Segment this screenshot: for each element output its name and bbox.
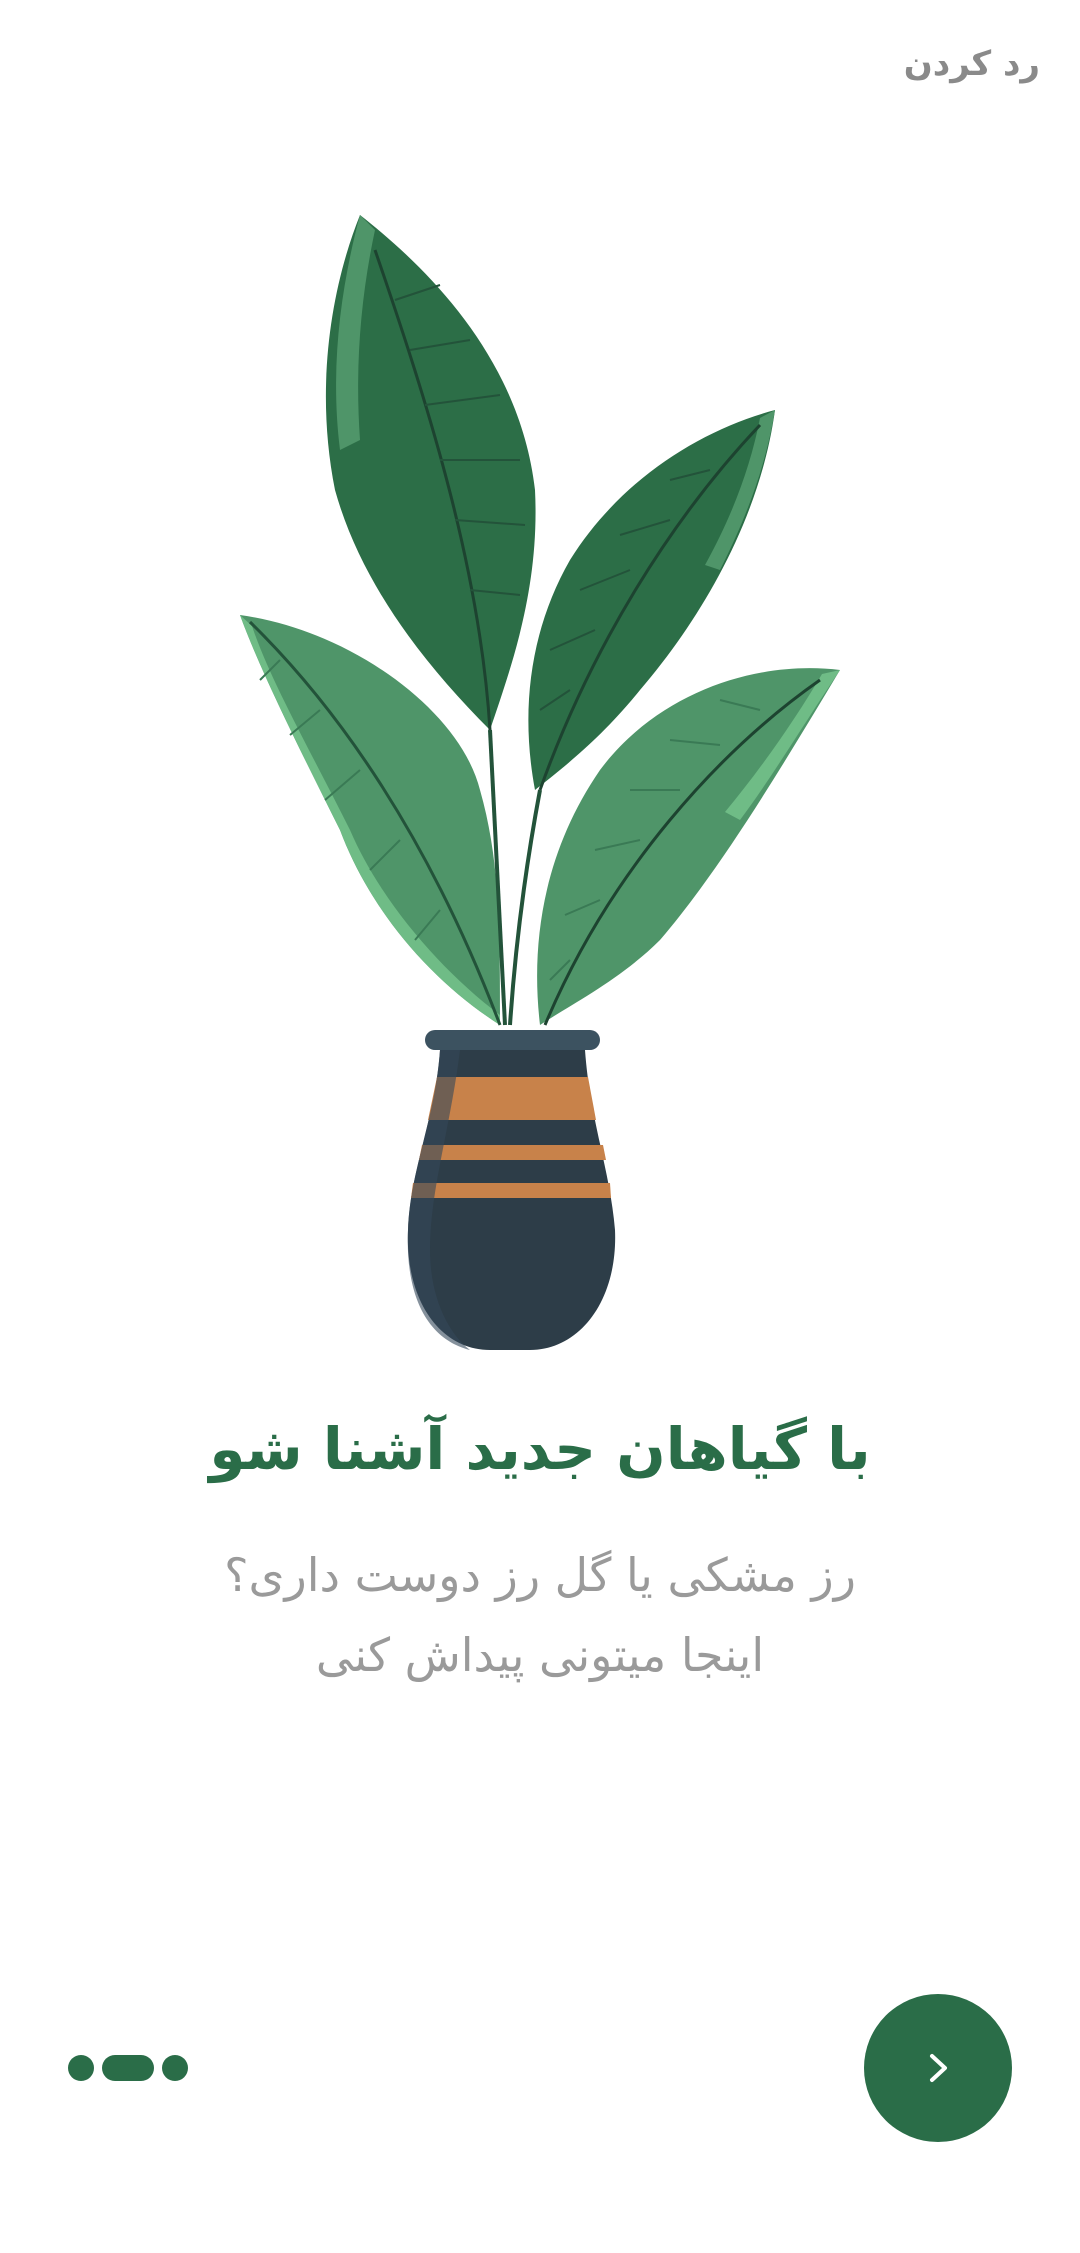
page-dot-3 — [162, 2055, 188, 2081]
onboarding-title: با گیاهان جدید آشنا شو — [209, 1415, 871, 1483]
page-dot-1 — [68, 2055, 94, 2081]
onboarding-subtitle: رز مشکی یا گل رز دوست داری؟ اینجا میتونی… — [0, 1535, 1080, 1695]
subtitle-line-1: رز مشکی یا گل رز دوست داری؟ — [224, 1548, 856, 1602]
subtitle-line-2: اینجا میتونی پیداش کنی — [315, 1628, 765, 1682]
plant-pot-illustration — [240, 215, 840, 1350]
chevron-right-icon — [930, 2054, 947, 2082]
page-indicator — [68, 2055, 188, 2081]
next-button[interactable] — [864, 1994, 1012, 2142]
pot — [407, 1030, 616, 1350]
skip-button[interactable]: رد کردن — [904, 44, 1040, 84]
page-dot-2-active — [102, 2055, 154, 2081]
